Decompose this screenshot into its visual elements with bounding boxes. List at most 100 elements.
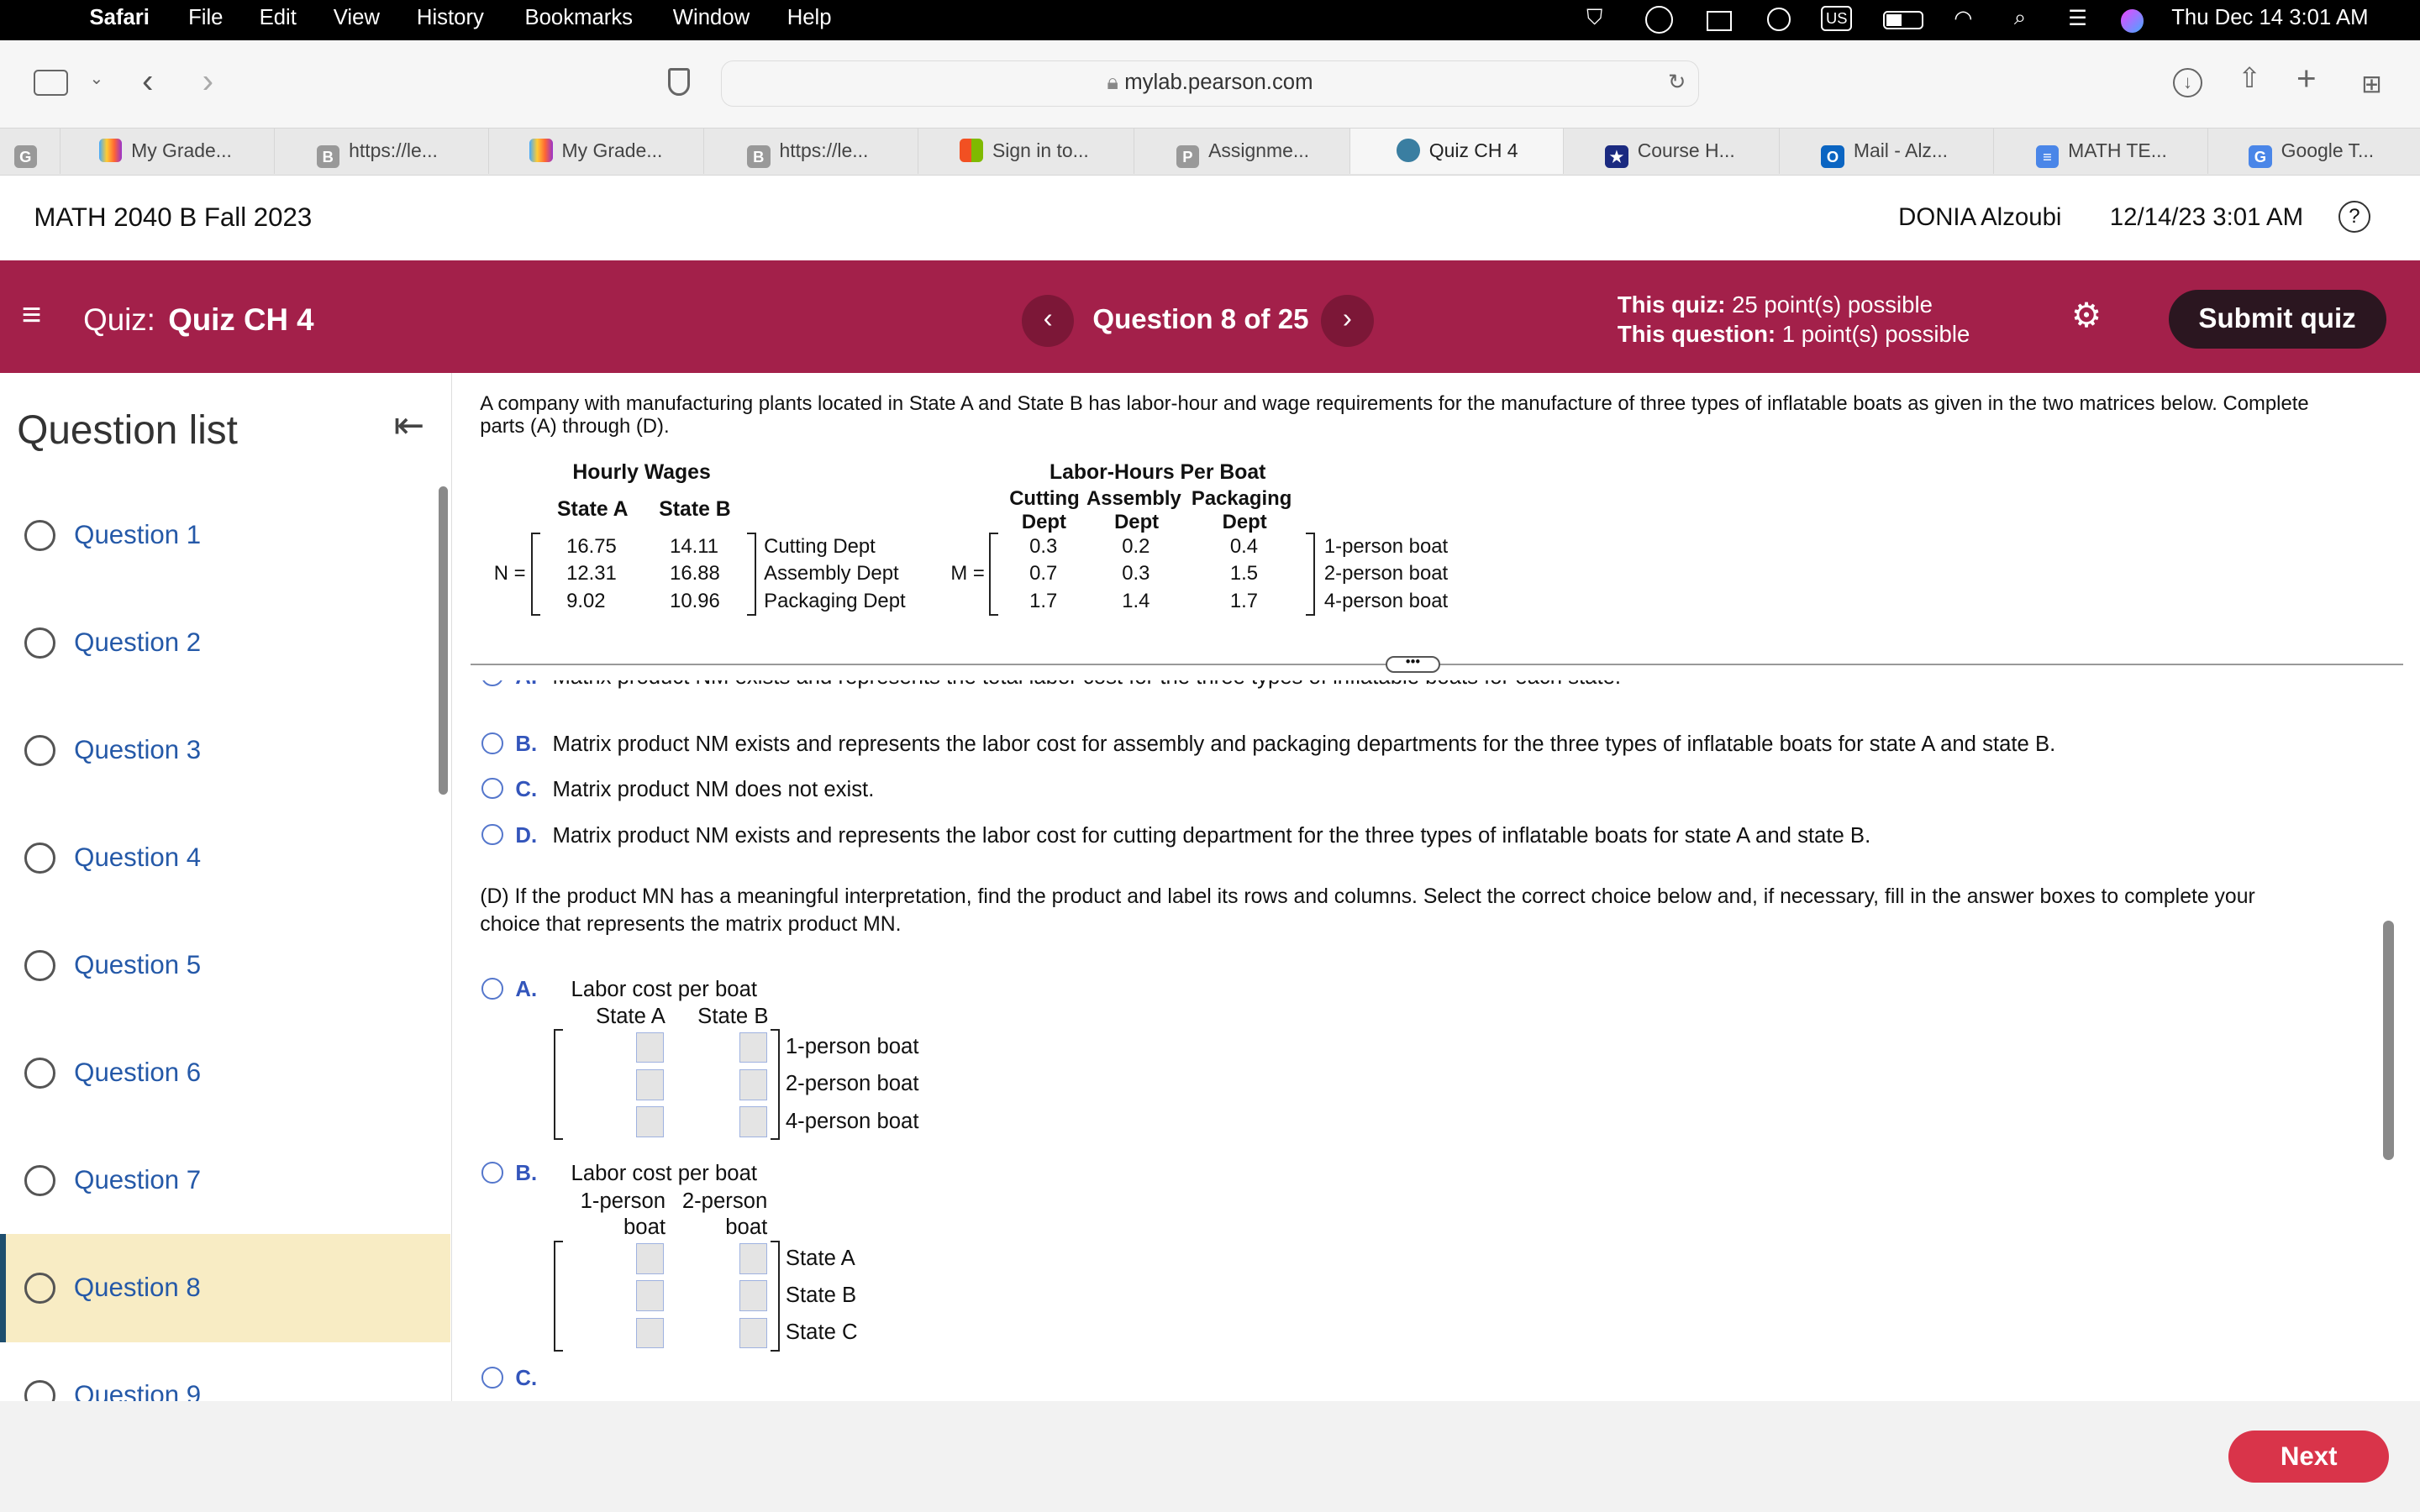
radio-button[interactable] <box>481 680 503 687</box>
answer-box[interactable] <box>739 1068 767 1100</box>
tab-label: Assignme... <box>1208 139 1309 162</box>
status-circle-icon <box>24 734 56 766</box>
radio-button[interactable] <box>481 777 503 800</box>
tab[interactable]: Sign in to... <box>918 129 1134 174</box>
left-bracket <box>530 532 540 616</box>
question-list-item[interactable]: Question 1 <box>0 481 450 590</box>
choice-c[interactable]: C. <box>481 1367 552 1391</box>
menu-window[interactable]: Window <box>673 6 750 30</box>
share-icon[interactable]: ⇧ <box>2238 61 2261 95</box>
radio-button[interactable] <box>481 732 503 755</box>
siri-icon[interactable] <box>2120 9 2144 33</box>
answer-box[interactable] <box>635 1068 664 1100</box>
tab[interactable]: My Grade... <box>60 129 275 174</box>
input-source-badge[interactable]: US <box>1821 6 1853 31</box>
question-list-item[interactable]: Question 3 <box>0 696 450 805</box>
matrix-cell: 9.02 <box>566 589 606 612</box>
wifi-icon[interactable]: ◠ <box>1954 6 1972 31</box>
privacy-shield-icon[interactable] <box>668 67 690 96</box>
window-icon[interactable] <box>1707 10 1732 31</box>
row-label: 4-person boat <box>785 1109 919 1133</box>
course-title: MATH 2040 B Fall 2023 <box>34 202 313 232</box>
downloads-icon[interactable]: ↓ <box>2173 67 2202 97</box>
tab-pinned[interactable]: G <box>0 129 60 174</box>
tab[interactable]: P Assignme... <box>1134 129 1351 174</box>
menu-bookmarks[interactable]: Bookmarks <box>524 6 633 30</box>
question-list-item[interactable]: Question 7 <box>0 1126 450 1235</box>
question-list-item[interactable]: Question 9 <box>0 1341 450 1401</box>
choice-b[interactable]: B. Matrix product NM exists and represent… <box>481 732 2055 757</box>
new-tab-icon[interactable]: + <box>2296 59 2317 98</box>
matrix-cell: 0.7 <box>1029 562 1058 585</box>
settings-gear-icon[interactable]: ⚙ <box>2071 295 2102 335</box>
menu-help[interactable]: Help <box>787 6 832 30</box>
menu-file[interactable]: File <box>188 6 223 30</box>
help-icon[interactable]: ? <box>2338 200 2371 234</box>
choice-d[interactable]: D. Matrix product NM exists and represent… <box>481 823 1870 848</box>
answer-box[interactable] <box>739 1105 767 1137</box>
question-list-item[interactable]: Question 8 <box>0 1234 451 1342</box>
sidebar-toggle-icon[interactable] <box>34 69 68 96</box>
control-center-icon[interactable]: ☰ <box>2068 6 2087 31</box>
choice-c[interactable]: C. Matrix product NM does not exist. <box>481 777 874 802</box>
back-icon[interactable]: ‹ <box>142 61 153 101</box>
radio-button[interactable] <box>481 1162 503 1184</box>
collapse-panel-icon[interactable]: ⇤ <box>393 404 424 447</box>
left-bracket <box>989 532 999 616</box>
forward-icon[interactable]: › <box>203 61 213 101</box>
matrix-cell: 1.5 <box>1229 562 1259 585</box>
resize-handle[interactable]: ••• <box>1386 654 1440 673</box>
status-circle-icon <box>24 842 56 874</box>
choice-b[interactable]: B. Labor cost per boat <box>481 1162 757 1186</box>
answer-box[interactable] <box>635 1105 664 1137</box>
menu-view[interactable]: View <box>334 6 380 30</box>
previous-question-button[interactable]: ‹ <box>1021 294 1075 348</box>
tab[interactable]: G Google T... <box>2208 129 2420 173</box>
question-list-item[interactable]: Question 5 <box>0 911 450 1020</box>
question-list-item[interactable]: Question 6 <box>0 1019 450 1127</box>
question-list-item[interactable]: Question 2 <box>0 589 450 697</box>
tab-label: Quiz CH 4 <box>1428 139 1518 162</box>
answer-box[interactable] <box>635 1032 664 1063</box>
clock-datetime[interactable]: Thu Dec 14 3:01 AM <box>2171 6 2368 30</box>
menu-edit[interactable]: Edit <box>260 6 297 30</box>
answer-box[interactable] <box>739 1317 767 1349</box>
next-button[interactable]: Next <box>2228 1430 2390 1483</box>
answer-box[interactable] <box>739 1280 767 1312</box>
tab-overview-icon[interactable]: ⊞ <box>2361 70 2382 99</box>
menu-app[interactable]: Safari <box>90 6 150 30</box>
answer-box[interactable] <box>635 1317 664 1349</box>
sidebar-scrollbar[interactable] <box>438 486 448 795</box>
tab[interactable]: My Grade... <box>489 129 704 174</box>
menu-bar: Safari File Edit View History Bookmarks … <box>0 0 2420 40</box>
tab[interactable]: ★ Course H... <box>1564 129 1780 174</box>
answer-box[interactable] <box>635 1280 664 1312</box>
battery-icon[interactable] <box>1882 10 1923 29</box>
answer-box[interactable] <box>739 1243 767 1275</box>
chevron-down-icon[interactable]: ⌄ <box>90 68 104 89</box>
radio-button[interactable] <box>481 1367 503 1389</box>
answer-box[interactable] <box>739 1032 767 1063</box>
next-question-button[interactable]: › <box>1321 294 1374 348</box>
tab-active[interactable]: Quiz CH 4 <box>1350 129 1564 174</box>
menu-icon[interactable]: ≡ <box>22 295 42 334</box>
question-list-item[interactable]: Question 4 <box>0 804 450 912</box>
choice-a[interactable]: A. Matrix product NM exists and represent… <box>481 680 1621 690</box>
clock-icon[interactable] <box>1644 6 1673 34</box>
shield-icon[interactable]: ⛉ <box>1586 6 1602 31</box>
submit-quiz-button[interactable]: Submit quiz <box>2168 290 2386 349</box>
address-bar[interactable]: 🔒︎ mylab.pearson.com ↻ <box>720 60 1700 107</box>
choice-a[interactable]: A. Labor cost per boat <box>481 978 757 1002</box>
answer-box[interactable] <box>635 1243 664 1275</box>
tab[interactable]: Bhttps://le... <box>275 129 490 174</box>
radio-button[interactable] <box>481 823 503 846</box>
radio-button[interactable] <box>481 978 503 1000</box>
search-icon[interactable]: ⌕ <box>2014 6 2026 31</box>
tab[interactable]: O Mail - Alz... <box>1780 129 1994 174</box>
content-scrollbar[interactable] <box>2382 921 2394 1161</box>
reload-icon[interactable]: ↻ <box>1668 61 1686 104</box>
menu-history[interactable]: History <box>417 6 484 30</box>
tab[interactable]: Bhttps://le... <box>704 129 918 174</box>
tab[interactable]: ≡ MATH TE... <box>1994 129 2209 174</box>
user-icon[interactable] <box>1767 8 1791 31</box>
